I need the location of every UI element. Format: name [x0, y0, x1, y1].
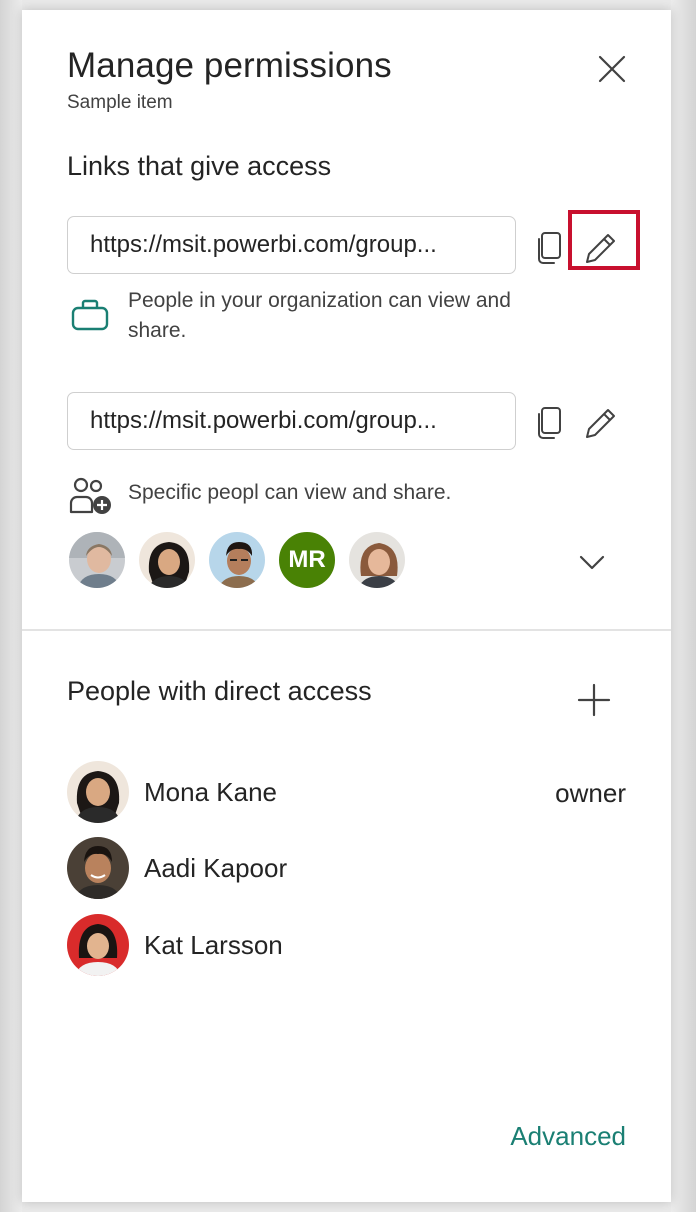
- close-button[interactable]: [594, 51, 630, 87]
- link-url-field[interactable]: https://msit.powerbi.com/group...: [67, 216, 516, 274]
- person-row[interactable]: Aadi Kapoor: [67, 836, 287, 900]
- edit-link-button[interactable]: [582, 228, 620, 268]
- backdrop-right: [671, 0, 696, 1212]
- advanced-link[interactable]: Advanced: [500, 1121, 626, 1152]
- links-section-title: Links that give access: [67, 151, 332, 181]
- avatar[interactable]: [137, 530, 197, 590]
- person-row[interactable]: Kat Larsson: [67, 913, 283, 977]
- panel-title: Manage permissions: [67, 46, 392, 85]
- avatar: [67, 837, 129, 899]
- manage-permissions-panel: Manage permissions Sample item Links tha…: [22, 10, 671, 1202]
- direct-access-title: People with direct access: [67, 676, 372, 706]
- link-description: People in your organization can view and…: [128, 289, 511, 342]
- avatar[interactable]: [207, 530, 267, 590]
- add-person-button[interactable]: [574, 680, 614, 720]
- section-divider: [22, 629, 671, 631]
- avatar[interactable]: [67, 530, 127, 590]
- edit-link-button[interactable]: [582, 403, 620, 443]
- backdrop-left: [0, 0, 22, 1212]
- link-url-text: https://msit.powerbi.com/group...: [90, 407, 437, 434]
- pencil-icon: [586, 234, 615, 263]
- avatar-initials[interactable]: MR: [277, 530, 337, 590]
- copy-link-button[interactable]: [530, 228, 568, 268]
- avatar: [67, 914, 129, 976]
- avatar-initials-text: MR: [288, 546, 326, 573]
- avatar[interactable]: [347, 530, 407, 590]
- link-url-text: https://msit.powerbi.com/group...: [90, 231, 437, 258]
- panel-subtitle: Sample item: [67, 92, 173, 113]
- avatar: [67, 761, 129, 823]
- person-name: Kat Larsson: [144, 929, 283, 960]
- plus-icon: [577, 683, 611, 717]
- expand-avatars-button[interactable]: [574, 545, 610, 579]
- pencil-icon: [586, 409, 615, 438]
- person-name: Mona Kane: [144, 776, 277, 807]
- people-add-icon: [69, 476, 113, 521]
- person-row[interactable]: Mona Kane: [67, 760, 277, 824]
- copy-icon: [538, 232, 561, 264]
- person-name: Aadi Kapoor: [144, 852, 288, 883]
- close-icon: [598, 55, 626, 83]
- copy-icon: [538, 407, 561, 439]
- avatar-group: MR: [67, 530, 417, 592]
- briefcase-icon: [70, 298, 110, 337]
- chevron-down-icon: [579, 555, 605, 570]
- link-url-field[interactable]: https://msit.powerbi.com/group...: [67, 392, 516, 450]
- link-description: Specific peopl can view and share.: [128, 481, 452, 504]
- person-role: owner: [555, 778, 626, 808]
- copy-link-button[interactable]: [530, 403, 568, 443]
